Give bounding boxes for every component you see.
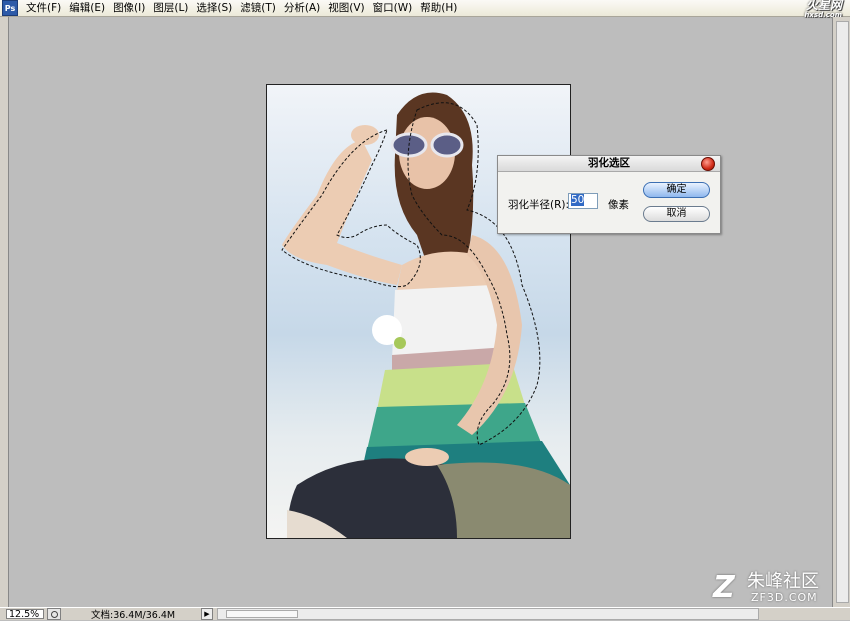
dialog-title: 羽化选区 [588,157,630,169]
menu-analysis[interactable]: 分析(A) [280,0,324,16]
feather-radius-input[interactable]: 50 [568,193,598,209]
feather-radius-label: 羽化半径(R): [508,199,570,211]
menu-bar: Ps 文件(F) 编辑(E) 图像(I) 图层(L) 选择(S) 滤镜(T) 分… [0,0,850,19]
feather-selection-dialog: 羽化选区 羽化半径(R): 50 像素 确定 取消 [497,155,721,234]
photo-image [281,92,570,538]
navigator-icon[interactable] [47,608,61,620]
menu-image[interactable]: 图像(I) [109,0,149,16]
status-bar: 12.5% 文档:36.4M/36.4M ▶ [0,607,850,621]
menu-window[interactable]: 窗口(W) [369,0,417,16]
ok-button[interactable]: 确定 [643,182,710,198]
menu-help[interactable]: 帮助(H) [416,0,461,16]
brand-logo: 火星网 hxsd.com [804,0,842,19]
cancel-button[interactable]: 取消 [643,206,710,222]
feather-radius-value: 50 [571,194,585,206]
menu-view[interactable]: 视图(V) [324,0,368,16]
menu-select[interactable]: 选择(S) [192,0,236,16]
unit-label: 像素 [608,199,629,211]
watermark-text: 朱峰社区 [747,571,819,592]
status-menu-arrow-icon[interactable]: ▶ [201,608,213,620]
zoom-level-field[interactable]: 12.5% [6,609,44,620]
brand-logo-text: 火星网 [805,0,842,12]
watermark: Z 朱峰社区 ZF3D.COM [713,572,843,608]
menu-file[interactable]: 文件(F) [22,0,65,16]
menu-filter[interactable]: 滤镜(T) [236,0,280,16]
close-icon[interactable] [701,157,715,171]
watermark-mark: Z [713,570,735,605]
watermark-url: ZF3D.COM [751,591,818,604]
vertical-scrollbar[interactable] [832,17,850,607]
workspace-left-edge [0,17,9,607]
horizontal-scrollbar[interactable] [217,608,759,620]
document-canvas[interactable] [266,84,571,539]
menu-layer[interactable]: 图层(L) [149,0,192,16]
scroll-thumb[interactable] [226,610,298,618]
menu-edit[interactable]: 编辑(E) [65,0,109,16]
photoshop-app-icon[interactable]: Ps [2,0,18,16]
dialog-titlebar[interactable]: 羽化选区 [498,156,720,172]
